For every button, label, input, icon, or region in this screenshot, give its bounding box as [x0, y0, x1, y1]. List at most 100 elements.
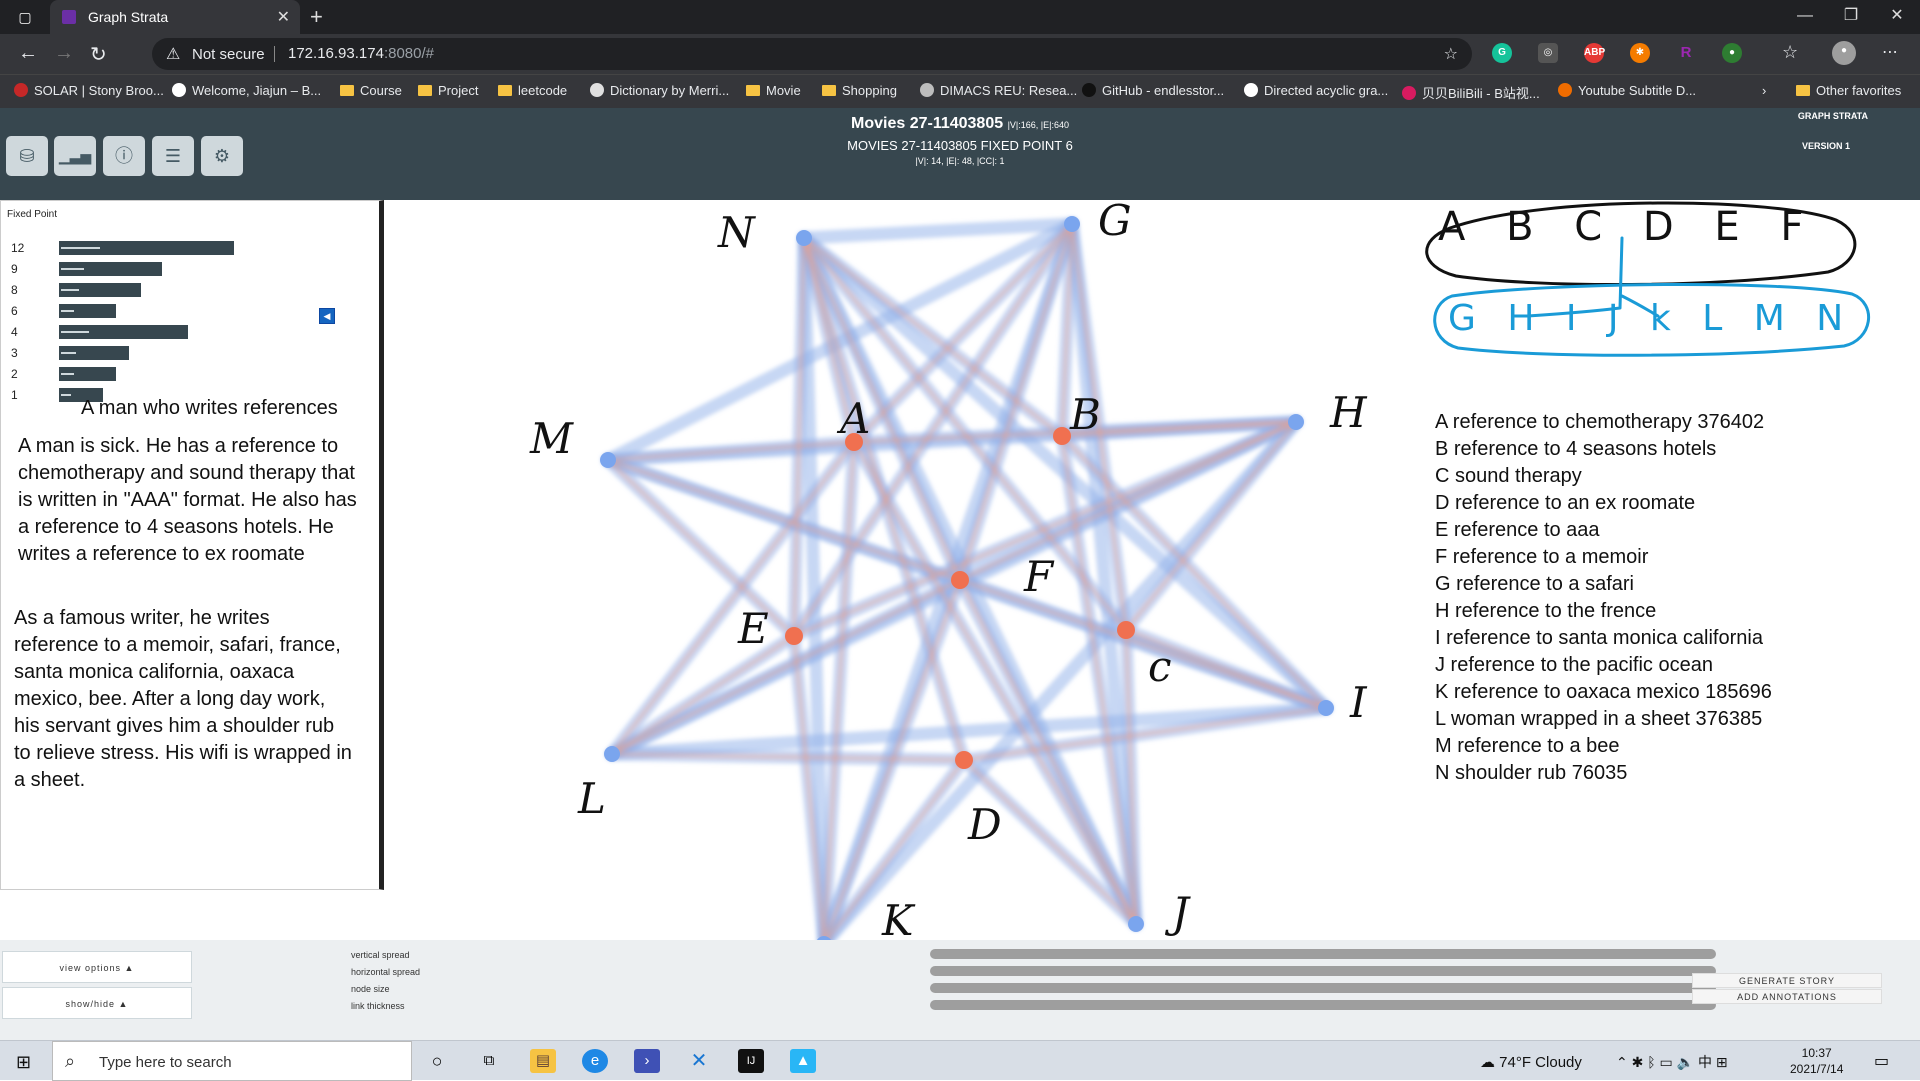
fixed-point-bar[interactable] — [59, 367, 116, 381]
restore-icon[interactable]: ❐ — [1828, 0, 1874, 34]
fixed-point-bar[interactable] — [59, 241, 234, 255]
adblock-extension-icon[interactable]: ABP — [1584, 43, 1605, 63]
fixed-point-bar[interactable] — [59, 262, 162, 276]
reference-item: M reference to a bee — [1435, 735, 1620, 757]
system-tray-icons[interactable]: ⌃ ✱ ᛒ ▭ 🔈 中 ⊞ — [1616, 1052, 1728, 1072]
fixed-point-row[interactable]: 2 — [1, 365, 301, 383]
grammarly-extension-icon[interactable]: G — [1492, 43, 1512, 63]
graph-edge[interactable] — [605, 701, 1333, 761]
bookmark-item[interactable]: SOLAR | Stony Broo... — [14, 83, 164, 98]
fixed-point-row[interactable]: 4 — [1, 323, 301, 341]
story-paragraph-1: A man is sick. He has a reference to che… — [18, 435, 357, 565]
bookmark-item[interactable]: Shopping — [822, 83, 897, 98]
graph-node-b[interactable] — [1053, 427, 1071, 445]
edge-browser-icon[interactable]: e — [582, 1049, 608, 1073]
bookmark-item[interactable]: leetcode — [498, 83, 567, 98]
weather-widget[interactable]: ☁ 74°F Cloudy — [1480, 1053, 1582, 1071]
fixed-point-bar[interactable] — [59, 283, 141, 297]
bookmark-item[interactable]: 贝贝BiliBili - B站视... — [1402, 83, 1540, 102]
add-favorite-icon[interactable]: ☆ — [1444, 44, 1458, 64]
horizontal-spread-label: horizontal spread — [351, 967, 421, 977]
fixed-point-row[interactable]: 12 — [1, 239, 301, 257]
photos-icon[interactable]: ▲ — [790, 1049, 816, 1073]
collections-icon[interactable]: ☆ — [1782, 42, 1798, 63]
node-label-d: D — [968, 800, 1002, 849]
fixed-point-bar[interactable] — [59, 304, 116, 318]
taskbar-clock[interactable]: 10:37 2021/7/14 — [1790, 1045, 1843, 1077]
window-menu-icon[interactable]: ▢ — [16, 8, 34, 26]
horizontal-spread-slider[interactable] — [930, 966, 1716, 976]
more-options-icon[interactable]: ⋯ — [1882, 42, 1898, 62]
forward-icon[interactable]: → — [54, 42, 74, 65]
graph-node-g[interactable] — [1064, 216, 1080, 232]
bookmark-item[interactable]: Course — [340, 83, 402, 98]
collapse-panel-button[interactable]: ◀ — [319, 308, 335, 324]
back-icon[interactable]: ← — [18, 42, 38, 65]
folder-icon — [746, 85, 760, 96]
weather-text: 74°F Cloudy — [1499, 1054, 1582, 1071]
address-bar[interactable]: ⚠ Not secure 172.16.93.174:8080/# ☆ — [152, 38, 1472, 70]
graph-node-j[interactable] — [1128, 916, 1144, 932]
generate-story-button[interactable]: GENERATE STORY — [1692, 973, 1882, 988]
fixed-point-row[interactable]: 9 — [1, 260, 301, 278]
fixed-point-row[interactable]: 8 — [1, 281, 301, 299]
graph-node-d[interactable] — [955, 751, 973, 769]
graph-node-c[interactable] — [1117, 621, 1135, 639]
graph-node-f[interactable] — [951, 571, 969, 589]
reference-item: D reference to an ex roomate — [1435, 492, 1696, 514]
fixed-point-row[interactable]: 6 — [1, 302, 301, 320]
graph-node-l[interactable] — [604, 746, 620, 762]
graph-node-i[interactable] — [1318, 700, 1334, 716]
bookmark-item[interactable]: GitHub - endlesstor... — [1082, 83, 1224, 98]
view-options-button[interactable]: view options ▲ — [2, 951, 192, 983]
puzzle-extension-icon[interactable]: ✱ — [1630, 43, 1650, 63]
not-secure-label[interactable]: Not secure — [192, 46, 265, 63]
reader-extension-icon[interactable]: ◎ — [1538, 43, 1558, 63]
vscode-icon[interactable]: ✕ — [686, 1049, 712, 1073]
file-explorer-icon[interactable]: ▤ — [530, 1049, 556, 1073]
show-hide-button[interactable]: show/hide ▲ — [2, 987, 192, 1019]
notification-icon[interactable]: ▭ — [1874, 1051, 1889, 1071]
vertical-spread-slider[interactable] — [930, 949, 1716, 959]
fixed-point-bar[interactable] — [59, 325, 188, 339]
node-label-g: G — [1098, 196, 1132, 245]
profile-avatar[interactable]: ● — [1832, 41, 1856, 65]
bookmark-item[interactable]: DIMACS REU: Resea... — [920, 83, 1077, 98]
graph-edge[interactable] — [797, 217, 1079, 245]
new-tab-icon[interactable]: + — [310, 4, 323, 30]
graph-node-n[interactable] — [796, 230, 812, 246]
fixed-point-panel: Fixed Point 12 9 8 6 4 3 2 1 ◀ A man who writes… — [0, 200, 384, 890]
bookmark-item[interactable]: Youtube Subtitle D... — [1558, 83, 1696, 98]
node-label-f: F — [1024, 552, 1054, 601]
windows-start-icon[interactable]: ⊞ — [16, 1052, 31, 1073]
fixed-point-row[interactable]: 3 — [1, 344, 301, 362]
bookmark-item[interactable]: Welcome, Jiajun – B... — [172, 83, 321, 98]
more-bookmarks-icon[interactable]: › — [1762, 83, 1766, 98]
bookmark-item[interactable]: Dictionary by Merri... — [590, 83, 729, 98]
node-size-slider[interactable] — [930, 983, 1716, 993]
taskbar-search[interactable]: ⌕ Type here to search — [52, 1041, 412, 1081]
r-extension-icon[interactable]: R — [1676, 43, 1696, 63]
bookmark-item[interactable]: Project — [418, 83, 478, 98]
add-annotations-button[interactable]: ADD ANNOTATIONS — [1692, 989, 1882, 1004]
browser-toolbar: ← → ↻ ⚠ Not secure 172.16.93.174:8080/# … — [0, 34, 1920, 74]
graph-node-h[interactable] — [1288, 414, 1304, 430]
reload-icon[interactable]: ↻ — [90, 42, 107, 67]
bookmark-item[interactable]: Directed acyclic gra... — [1244, 83, 1388, 98]
intellij-icon[interactable]: IJ — [738, 1049, 764, 1073]
browser-tab[interactable]: Graph Strata ✕ — [50, 0, 300, 34]
graph-node-m[interactable] — [600, 452, 616, 468]
fixed-point-bar[interactable] — [59, 346, 129, 360]
task-view-icon[interactable]: ⧉ — [476, 1049, 502, 1073]
close-tab-icon[interactable]: ✕ — [277, 7, 290, 27]
sync-extension-icon[interactable]: ● — [1722, 43, 1742, 63]
minimize-icon[interactable]: — — [1782, 0, 1828, 34]
other-favorites[interactable]: Other favorites — [1796, 83, 1901, 98]
link-thickness-slider[interactable] — [930, 1000, 1716, 1010]
bookmark-item[interactable]: Movie — [746, 83, 801, 98]
url-text[interactable]: 172.16.93.174:8080/# — [288, 45, 434, 62]
powershell-icon[interactable]: › — [634, 1049, 660, 1073]
close-window-icon[interactable]: ✕ — [1874, 0, 1920, 34]
cortana-icon[interactable]: ○ — [424, 1049, 450, 1073]
graph-node-e[interactable] — [785, 627, 803, 645]
